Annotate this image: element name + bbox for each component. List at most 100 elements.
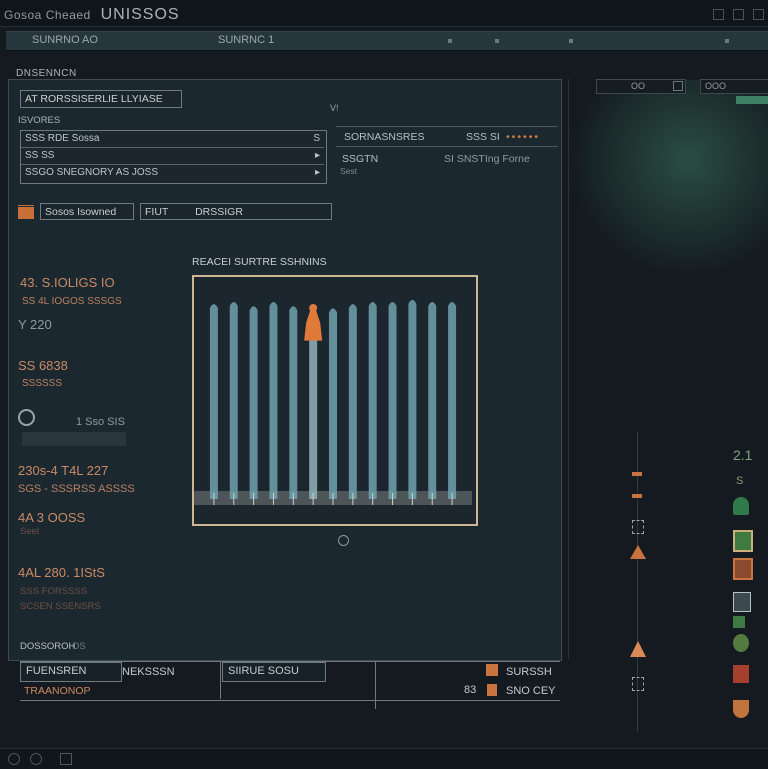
stat-sub: SS 4L IOGOS SSSGS [22, 296, 122, 307]
divider [336, 126, 558, 127]
stat-value: SS 6838 [18, 358, 68, 373]
stack-icon[interactable] [18, 204, 34, 219]
search-input[interactable]: OO [596, 79, 686, 94]
menu-item-mark[interactable]: AO [82, 34, 98, 46]
center-mark: V! [330, 103, 339, 113]
chart-title: REACEI SURTRE SSHNINS [192, 256, 327, 268]
panel-header: DNSENNCN [16, 68, 77, 79]
cone-icon[interactable] [630, 545, 646, 559]
chart-bar[interactable] [348, 304, 357, 499]
panel-bottom-label: DOSSOROH [20, 641, 76, 652]
chart-bar[interactable] [408, 299, 417, 499]
figure-icon[interactable] [632, 677, 644, 691]
footer-divider [220, 661, 221, 699]
menu-dot-icon[interactable] [569, 39, 573, 43]
close-icon[interactable] [753, 9, 764, 20]
flag-icon[interactable] [733, 665, 749, 683]
stat-sub: SSSSSS [22, 378, 63, 389]
list: SSS RDE Sossa S SS SS ▸ SSGO SNEGNORY AS… [20, 130, 327, 184]
info-label-2: SSGTN [342, 153, 379, 165]
list-item-arrow-icon[interactable]: S [313, 133, 320, 144]
window-title-prefix: Gosoa Cheaed [4, 8, 91, 22]
chart-bar[interactable] [209, 304, 218, 499]
cone-icon[interactable] [630, 641, 646, 657]
footer-cell-4-sub: SNO CEY [506, 685, 556, 697]
filter-input-value: OOO [705, 81, 727, 91]
pawn-icon[interactable] [487, 684, 497, 696]
chart-bar[interactable] [448, 301, 457, 499]
list-item-label: SSS RDE Sossa [25, 133, 100, 144]
stat-value: 43. S.IOLIGS IO [20, 275, 115, 290]
figure-icon[interactable] [632, 520, 644, 534]
plant-icon[interactable] [733, 616, 745, 628]
list-item[interactable]: SSS RDE Sossa S [21, 131, 324, 148]
list-item[interactable]: SS SS ▸ [21, 148, 324, 165]
search-icon[interactable] [673, 81, 683, 91]
menu-item-center[interactable]: SUNRNC 1 [218, 34, 274, 46]
pawn-icon[interactable] [632, 472, 642, 498]
status-icon[interactable] [60, 753, 72, 765]
circle-icon[interactable] [338, 535, 349, 546]
chart-frame [192, 275, 478, 526]
chart-bar[interactable] [229, 301, 238, 499]
info-value-2: SI SNSTIng Forne [444, 153, 530, 165]
list-item[interactable]: SSGO SNEGNORY AS JOSS ▸ [21, 165, 324, 181]
footer-cell-1[interactable]: FUENSREN [20, 662, 122, 682]
photo-icon[interactable] [733, 592, 751, 612]
window-title: Gosoa Cheaed UNISSOS [4, 6, 180, 24]
book-icon[interactable] [733, 558, 753, 580]
list-item-arrow-icon[interactable]: ▸ [315, 150, 320, 161]
chart-bar[interactable] [428, 301, 437, 499]
menu-dot-icon[interactable] [725, 39, 729, 43]
window-title-main: UNISSOS [100, 6, 180, 23]
sort-button[interactable]: Sosos Isowned [40, 203, 134, 220]
chart-bar[interactable] [388, 301, 397, 499]
status-icon[interactable] [30, 753, 42, 765]
splitter[interactable] [568, 79, 569, 659]
pot-icon[interactable] [733, 700, 749, 718]
minimize-icon[interactable] [713, 9, 724, 20]
square-icon[interactable] [486, 664, 498, 676]
plant-icon[interactable] [733, 497, 749, 515]
stat-value: 4AL 280. 1IStS [18, 565, 105, 580]
name-field[interactable]: AT RORSSISERLIE LLYIASE [20, 90, 182, 108]
status-icon[interactable] [8, 753, 20, 765]
list-item-label: SS SS [25, 150, 55, 161]
panel-bottom-mark: OS [72, 641, 86, 652]
menu-dot-icon[interactable] [448, 39, 452, 43]
menu-dot-icon[interactable] [495, 39, 499, 43]
chart-highlight-marker[interactable] [304, 304, 323, 341]
design-field-value: DRSSIGR [195, 206, 243, 218]
stat-dim-label: SCSEN SSENSRS [20, 601, 101, 612]
info-small: Sest [340, 166, 358, 176]
maximize-icon[interactable] [733, 9, 744, 20]
list-item-arrow-icon[interactable]: ▸ [315, 167, 320, 178]
footer-divider [375, 661, 376, 709]
menu-item-left[interactable]: SUNRNO [32, 34, 80, 46]
search-input-value: OO [631, 81, 646, 91]
chart-bar[interactable] [368, 301, 377, 499]
stat-sub: SGS - SSSRSS ASSSS [18, 483, 135, 495]
footer-cell-2: NEKSSSN [122, 666, 175, 678]
background-glow [568, 80, 768, 280]
menu-bar: SUNRNO AO SUNRNC 1 [6, 31, 768, 51]
globe-icon[interactable] [733, 634, 749, 652]
side-number-small: S [736, 475, 744, 487]
info-label-1: SORNASNSRES [344, 131, 425, 143]
chart-bar[interactable] [269, 301, 278, 499]
photo-icon[interactable] [733, 530, 753, 552]
stat-value: Y 220 [18, 317, 52, 332]
stat-sub: Seel [20, 526, 40, 537]
filter-input[interactable]: OOO [700, 79, 768, 94]
globe-icon[interactable] [18, 409, 35, 426]
chart-bar[interactable] [289, 306, 298, 499]
chart-bar[interactable] [249, 306, 258, 499]
chart-bar[interactable] [329, 308, 337, 499]
progress-bar [22, 432, 126, 446]
bar-chart [194, 299, 472, 505]
stat-value: 230s-4 T4L 227 [18, 463, 109, 478]
accent-strip [736, 96, 768, 104]
footer-cell-4-num: 83 [464, 684, 477, 696]
design-field[interactable]: FIUT DRSSIGR [140, 203, 332, 220]
footer-cell-3[interactable]: SIIRUE SOSU [222, 662, 326, 682]
